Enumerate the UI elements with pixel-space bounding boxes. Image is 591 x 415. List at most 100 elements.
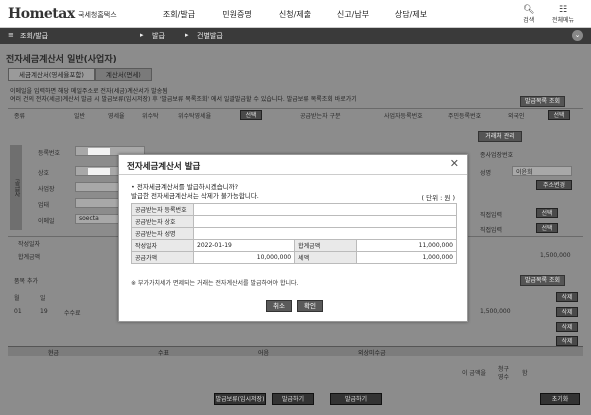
nav-item-application[interactable]: 신청/제출: [266, 9, 324, 20]
hold-button[interactable]: 발급보류(임시저장): [214, 393, 266, 405]
delete-button[interactable]: 삭제: [556, 307, 578, 317]
nav-item-inquiry[interactable]: 조회/발급: [150, 9, 208, 20]
col-receivable: 외상미수금: [358, 350, 386, 357]
breadcrumb-level1[interactable]: 발급: [152, 31, 165, 41]
nav-item-certificate[interactable]: 민원증명: [208, 9, 266, 20]
field-label-company: 상호: [38, 170, 50, 177]
tab-tax-invoice[interactable]: 세금계산서(영세율포함): [8, 68, 95, 81]
notice-line-1: 이메일을 입력하면 해당 메일주소로 전자(세금)계산서가 발송됨: [10, 88, 168, 95]
tab-invoice[interactable]: 계산서(면세): [94, 68, 152, 81]
claim-suffix: 함: [522, 370, 528, 377]
notice-text: 이메일을 입력하면 해당 메일주소로 전자(세금)계산서가 발송됨 여러 건의 …: [10, 88, 357, 104]
kind-option-general[interactable]: 일반: [74, 111, 85, 120]
logo-subtitle: 국세청홈택스: [78, 11, 117, 19]
kind-select-button[interactable]: 선택: [240, 110, 262, 120]
select-button[interactable]: 선택: [536, 223, 558, 233]
total-amount-label: 합계금액: [18, 254, 41, 261]
field-label-regno: 등록번호: [38, 150, 61, 157]
add-item-label[interactable]: 품목 추가: [14, 276, 38, 285]
kind-option-zero[interactable]: 영세율: [108, 111, 125, 120]
row-value: [193, 215, 457, 228]
col-note: 어음: [258, 350, 270, 357]
name-field[interactable]: 이윤희: [512, 166, 572, 176]
table-row: 공급받는자 상호: [131, 215, 457, 228]
list-inquiry-button[interactable]: 발급목록 조회: [520, 96, 566, 107]
claim-option-receipt[interactable]: 영수: [498, 372, 509, 381]
tax-label: 세액: [294, 251, 358, 264]
field-label-business: 업태: [38, 202, 50, 209]
supply-label: 공급가액: [131, 251, 194, 264]
menu-tool[interactable]: ☷ 전체메뉴: [552, 5, 574, 24]
payment-header: 현금 수표 어음 외상미수금: [8, 346, 583, 357]
bg-amount-value: 1,500,000: [540, 252, 571, 259]
field-label-email: 이메일: [38, 218, 55, 225]
total-label: 합계금액: [294, 239, 358, 252]
grid-menu-icon: ☷: [559, 5, 568, 15]
row-label: 공급받는자 성명: [131, 227, 194, 240]
top-nav: 조회/발급 민원증명 신청/제출 신고/납부 상담/제보: [150, 9, 440, 20]
receiver-option-foreign[interactable]: 외국인: [508, 111, 525, 120]
confirm-button[interactable]: 확인: [297, 300, 323, 312]
item-list-button[interactable]: 발급목록 조회: [520, 275, 566, 286]
supplier-side-label: 공급자: [10, 145, 22, 230]
hometax-logo[interactable]: Hometax: [8, 6, 75, 22]
nav-item-consult[interactable]: 상담/제보: [382, 9, 440, 20]
select-button[interactable]: 선택: [536, 208, 558, 218]
delete-button[interactable]: 삭제: [556, 336, 578, 346]
breadcrumb-level2[interactable]: 건별발급: [197, 31, 223, 41]
chevron-down-icon[interactable]: ⌄: [572, 30, 583, 41]
receiver-type-label: 공급받는자 구분: [300, 113, 341, 120]
tab-bar: 세금계산서(영세율포함) 계산서(면세): [8, 68, 152, 81]
supply-value: 10,000,000: [192, 251, 296, 264]
nav-item-report[interactable]: 신고/납부: [324, 9, 382, 20]
issue-dialog: 전자세금계산서 발급 ✕ • 전자세금계산서를 발급하시겠습니까? 발급한 전자…: [118, 154, 468, 322]
col-month: 월: [14, 295, 20, 302]
issue-bg-button[interactable]: 발급하기: [272, 393, 314, 405]
field-label-name: 성명: [480, 170, 492, 177]
redaction-mask: [88, 168, 110, 175]
receiver-select-button[interactable]: 선택: [548, 110, 570, 120]
dialog-header: 전자세금계산서 발급 ✕: [119, 155, 467, 175]
write-date-label: 작성일자: [18, 241, 41, 248]
receiver-option-resident[interactable]: 주민등록번호: [448, 111, 481, 120]
direct-input-label[interactable]: 직접입력: [480, 225, 502, 234]
search-icon: 🔍︎: [523, 5, 535, 15]
reset-button[interactable]: 초기화: [540, 393, 580, 405]
col-cash: 현금: [48, 350, 60, 357]
notice-line-2: 여러 건의 전자(세금)계산서 발급 시 발급보류(임시저장) 후 '발급보류 …: [10, 96, 357, 103]
breadcrumb-menu[interactable]: 조회/발급: [20, 31, 48, 41]
unit-label: ( 단위 : 원 ): [421, 194, 455, 202]
issue-button[interactable]: 발급하기: [330, 393, 382, 405]
confirm-warning: 발급한 전자세금계산서는 삭제가 불가능합니다.: [131, 192, 259, 200]
breadcrumb: ≡ 조회/발급 ▸ 발급 ▸ 건별발급 ⌄: [0, 28, 591, 44]
col-check: 수표: [158, 350, 170, 357]
close-icon[interactable]: ✕: [450, 158, 459, 170]
menu-label: 전체메뉴: [552, 17, 575, 24]
delete-button[interactable]: 삭제: [556, 292, 578, 302]
row-day: 19: [40, 308, 48, 315]
hamburger-icon[interactable]: ≡: [8, 31, 14, 39]
row-item: 수수료: [64, 310, 81, 317]
top-header: Hometax 국세청홈택스 조회/발급 민원증명 신청/제출 신고/납부 상담…: [0, 0, 591, 28]
table-row: 공급받는자 등록번호: [131, 203, 457, 216]
tax-value: 1,000,000: [356, 251, 457, 264]
dialog-footnote: ※ 부가가치세가 면제되는 거래는 전자계산서를 발급하여야 합니다.: [131, 280, 299, 287]
cancel-button[interactable]: 취소: [266, 300, 292, 312]
chevron-right-icon: ▸: [185, 31, 189, 39]
kind-option-consign-zero[interactable]: 위수탁영세율: [178, 111, 211, 120]
date-value: 2022-01-19: [192, 239, 296, 252]
kind-option-consign[interactable]: 위수탁: [142, 111, 159, 120]
dialog-title: 전자세금계산서 발급: [127, 162, 201, 172]
row-month: 01: [14, 308, 22, 315]
summary-table: 공급받는자 등록번호 공급받는자 상호 공급받는자 성명 작성일자 2022-0…: [131, 203, 457, 264]
search-tool[interactable]: 🔍︎ 검색: [523, 5, 534, 24]
trade-manage-button[interactable]: 거래처 관리: [478, 131, 522, 142]
row-label: 공급받는자 등록번호: [131, 203, 194, 216]
direct-input-label[interactable]: 직접입력: [480, 210, 502, 219]
kind-label: 종류: [14, 113, 26, 120]
row-value: [193, 203, 457, 216]
address-change-button[interactable]: 주소변경: [536, 180, 572, 190]
delete-button[interactable]: 삭제: [556, 322, 578, 332]
col-day: 일: [40, 295, 46, 302]
receiver-option-bizno[interactable]: 사업자등록번호: [384, 111, 423, 120]
